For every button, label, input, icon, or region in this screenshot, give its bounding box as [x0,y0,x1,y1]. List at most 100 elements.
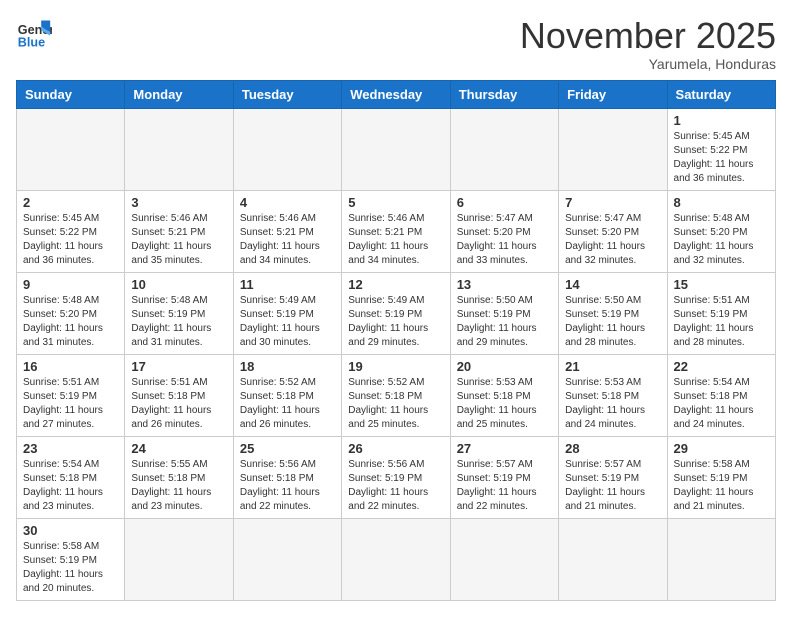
calendar-cell: 4 Sunrise: 5:46 AM Sunset: 5:21 PM Daylig… [233,190,341,272]
calendar-cell: 28 Sunrise: 5:57 AM Sunset: 5:19 PM Dayli… [559,436,667,518]
day-info: Sunrise: 5:53 AM Sunset: 5:18 PM Dayligh… [457,376,552,432]
day-info: Sunrise: 5:53 AM Sunset: 5:18 PM Dayligh… [565,376,660,432]
day-number: 8 [674,195,769,210]
calendar-cell [233,108,341,190]
day-header-thursday: Thursday [450,80,558,108]
month-title: November 2025 [520,16,776,56]
day-header-saturday: Saturday [667,80,775,108]
day-header-sunday: Sunday [17,80,125,108]
calendar-cell: 25Sunrise: 5:56 AM Sunset: 5:18 PM Dayli… [233,436,341,518]
calendar-cell: 14 Sunrise: 5:50 AM Sunset: 5:19 PM Dayli… [559,272,667,354]
day-header-wednesday: Wednesday [342,80,450,108]
calendar-cell [342,518,450,600]
day-number: 22 [674,359,769,374]
day-info: Sunrise: 5:58 AM Sunset: 5:19 PM Dayligh… [674,458,769,514]
day-number: 3 [131,195,226,210]
day-number: 2 [23,195,118,210]
logo: General Blue [16,16,52,52]
day-number: 17 [131,359,226,374]
day-number: 20 [457,359,552,374]
calendar-cell [233,518,341,600]
calendar-cell: 12 Sunrise: 5:49 AM Sunset: 5:19 PM Dayli… [342,272,450,354]
day-number: 18 [240,359,335,374]
calendar-cell: 23 Sunrise: 5:54 AM Sunset: 5:18 PM Dayli… [17,436,125,518]
calendar-cell [667,518,775,600]
day-info: Sunrise: 5:47 AM Sunset: 5:20 PM Dayligh… [457,212,552,268]
week-row-6: 30Sunrise: 5:58 AM Sunset: 5:19 PM Dayli… [17,518,776,600]
svg-text:Blue: Blue [18,36,45,50]
location-subtitle: Yarumela, Honduras [520,56,776,72]
day-info: Sunrise: 5:57 AM Sunset: 5:19 PM Dayligh… [565,458,660,514]
day-number: 11 [240,277,335,292]
day-info: Sunrise: 5:48 AM Sunset: 5:19 PM Dayligh… [131,294,226,350]
calendar-cell: 10 Sunrise: 5:48 AM Sunset: 5:19 PM Dayli… [125,272,233,354]
calendar-cell: 6 Sunrise: 5:47 AM Sunset: 5:20 PM Daylig… [450,190,558,272]
calendar-cell: 3 Sunrise: 5:46 AM Sunset: 5:21 PM Daylig… [125,190,233,272]
calendar-cell: 7Sunrise: 5:47 AM Sunset: 5:20 PM Daylig… [559,190,667,272]
day-number: 26 [348,441,443,456]
calendar-cell [559,108,667,190]
calendar-cell [450,108,558,190]
title-section: November 2025 Yarumela, Honduras [520,16,776,72]
calendar-cell: 5Sunrise: 5:46 AM Sunset: 5:21 PM Daylig… [342,190,450,272]
day-number: 24 [131,441,226,456]
calendar-cell [125,518,233,600]
day-number: 29 [674,441,769,456]
day-info: Sunrise: 5:45 AM Sunset: 5:22 PM Dayligh… [674,130,769,186]
calendar-cell [450,518,558,600]
week-row-5: 23 Sunrise: 5:54 AM Sunset: 5:18 PM Dayli… [17,436,776,518]
calendar-cell: 11 Sunrise: 5:49 AM Sunset: 5:19 PM Dayli… [233,272,341,354]
calendar-cell [559,518,667,600]
day-header-tuesday: Tuesday [233,80,341,108]
day-info: Sunrise: 5:49 AM Sunset: 5:19 PM Dayligh… [240,294,335,350]
day-info: Sunrise: 5:46 AM Sunset: 5:21 PM Dayligh… [131,212,226,268]
calendar-cell: 24Sunrise: 5:55 AM Sunset: 5:18 PM Dayli… [125,436,233,518]
day-info: Sunrise: 5:56 AM Sunset: 5:18 PM Dayligh… [240,458,335,514]
days-header-row: SundayMondayTuesdayWednesdayThursdayFrid… [17,80,776,108]
day-number: 14 [565,277,660,292]
calendar-cell: 26 Sunrise: 5:56 AM Sunset: 5:19 PM Dayli… [342,436,450,518]
calendar-cell: 16Sunrise: 5:51 AM Sunset: 5:19 PM Dayli… [17,354,125,436]
day-info: Sunrise: 5:46 AM Sunset: 5:21 PM Dayligh… [348,212,443,268]
day-number: 21 [565,359,660,374]
calendar-cell [125,108,233,190]
calendar-cell: 18Sunrise: 5:52 AM Sunset: 5:18 PM Dayli… [233,354,341,436]
day-info: Sunrise: 5:47 AM Sunset: 5:20 PM Dayligh… [565,212,660,268]
day-info: Sunrise: 5:46 AM Sunset: 5:21 PM Dayligh… [240,212,335,268]
week-row-4: 16Sunrise: 5:51 AM Sunset: 5:19 PM Dayli… [17,354,776,436]
day-info: Sunrise: 5:54 AM Sunset: 5:18 PM Dayligh… [23,458,118,514]
day-number: 13 [457,277,552,292]
calendar-cell: 2Sunrise: 5:45 AM Sunset: 5:22 PM Daylig… [17,190,125,272]
day-number: 4 [240,195,335,210]
calendar-cell [17,108,125,190]
day-number: 19 [348,359,443,374]
day-info: Sunrise: 5:50 AM Sunset: 5:19 PM Dayligh… [565,294,660,350]
week-row-1: 1 Sunrise: 5:45 AM Sunset: 5:22 PM Daylig… [17,108,776,190]
day-number: 6 [457,195,552,210]
week-row-3: 9Sunrise: 5:48 AM Sunset: 5:20 PM Daylig… [17,272,776,354]
day-info: Sunrise: 5:51 AM Sunset: 5:19 PM Dayligh… [23,376,118,432]
calendar-cell: 21 Sunrise: 5:53 AM Sunset: 5:18 PM Dayli… [559,354,667,436]
logo-icon: General Blue [16,16,52,52]
day-number: 12 [348,277,443,292]
day-info: Sunrise: 5:52 AM Sunset: 5:18 PM Dayligh… [348,376,443,432]
calendar-cell: 17Sunrise: 5:51 AM Sunset: 5:18 PM Dayli… [125,354,233,436]
day-number: 28 [565,441,660,456]
day-info: Sunrise: 5:51 AM Sunset: 5:19 PM Dayligh… [674,294,769,350]
day-info: Sunrise: 5:49 AM Sunset: 5:19 PM Dayligh… [348,294,443,350]
day-number: 15 [674,277,769,292]
calendar-cell: 15 Sunrise: 5:51 AM Sunset: 5:19 PM Dayli… [667,272,775,354]
day-number: 1 [674,113,769,128]
calendar-cell: 9Sunrise: 5:48 AM Sunset: 5:20 PM Daylig… [17,272,125,354]
day-number: 30 [23,523,118,538]
calendar-cell: 27Sunrise: 5:57 AM Sunset: 5:19 PM Dayli… [450,436,558,518]
calendar-cell: 13Sunrise: 5:50 AM Sunset: 5:19 PM Dayli… [450,272,558,354]
calendar-cell: 22Sunrise: 5:54 AM Sunset: 5:18 PM Dayli… [667,354,775,436]
day-number: 10 [131,277,226,292]
day-number: 23 [23,441,118,456]
calendar-cell [342,108,450,190]
calendar-cell: 1 Sunrise: 5:45 AM Sunset: 5:22 PM Daylig… [667,108,775,190]
day-info: Sunrise: 5:56 AM Sunset: 5:19 PM Dayligh… [348,458,443,514]
day-info: Sunrise: 5:48 AM Sunset: 5:20 PM Dayligh… [23,294,118,350]
calendar-cell: 8Sunrise: 5:48 AM Sunset: 5:20 PM Daylig… [667,190,775,272]
